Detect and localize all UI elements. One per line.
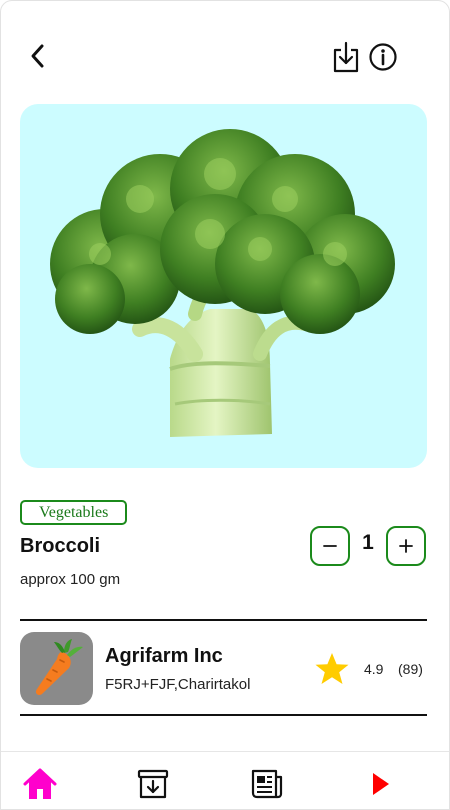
bottom-nav [1, 751, 449, 809]
download-button[interactable] [331, 41, 361, 73]
nav-play[interactable] [363, 766, 399, 802]
home-icon [23, 768, 57, 799]
product-image-card [20, 104, 427, 468]
info-icon [369, 43, 397, 71]
star-icon [315, 653, 349, 684]
divider [20, 619, 427, 621]
chevron-left-icon [31, 44, 44, 68]
carrot-logo [35, 639, 83, 696]
decrease-quantity-button[interactable] [310, 526, 350, 566]
quantity-value: 1 [362, 531, 374, 554]
product-detail-screen: Vegetables Broccoli approx 100 gm 1 Agri… [0, 0, 450, 810]
minus-icon [323, 545, 337, 547]
increase-quantity-button[interactable] [386, 526, 426, 566]
divider [20, 714, 427, 716]
nav-news[interactable] [249, 766, 285, 802]
info-button[interactable] [367, 41, 399, 73]
product-name: Broccoli [20, 535, 101, 557]
nav-home[interactable] [22, 766, 58, 802]
product-weight: approx 100 gm [20, 571, 121, 588]
nav-orders[interactable] [135, 766, 171, 802]
review-count: (89) [398, 661, 423, 677]
seller-logo[interactable] [20, 632, 93, 705]
seller-name[interactable]: Agrifarm Inc [105, 645, 223, 668]
broccoli-image [50, 129, 395, 437]
newspaper-icon [251, 769, 283, 799]
category-badge: Vegetables [20, 500, 128, 525]
play-icon [373, 773, 389, 795]
download-icon [333, 41, 359, 73]
seller-address: F5RJ+FJF,Charirtakol [105, 676, 251, 693]
seller-rating: 4.9 [364, 661, 384, 677]
plus-icon [399, 539, 413, 553]
archive-download-icon [137, 769, 169, 799]
back-button[interactable] [23, 41, 53, 71]
